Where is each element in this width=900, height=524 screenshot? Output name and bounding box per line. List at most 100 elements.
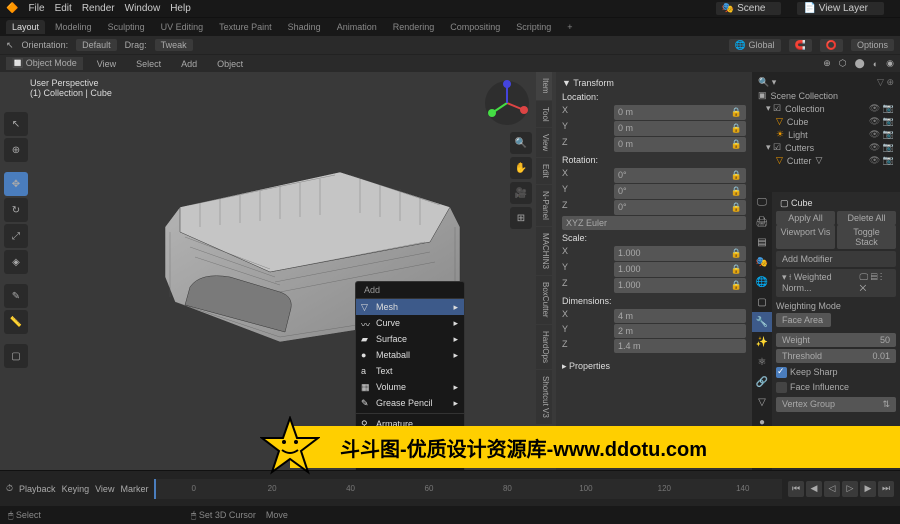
vertex-group-field[interactable]: Vertex Group⇅ bbox=[776, 397, 896, 412]
scl-y[interactable]: 1.000🔒 bbox=[614, 262, 746, 277]
properties-header[interactable]: ▸ Properties bbox=[562, 359, 746, 374]
outliner-cutter[interactable]: ▽ Cutter ▽ 👁 📷 bbox=[756, 154, 896, 167]
tab-scripting[interactable]: Scripting bbox=[510, 20, 557, 34]
transform-header[interactable]: ▼ Transform bbox=[562, 76, 746, 90]
tab-world-icon[interactable]: 🌐 bbox=[752, 272, 772, 292]
toggle-stack-button[interactable]: Toggle Stack bbox=[837, 225, 896, 249]
tab-render-icon[interactable]: 🖵 bbox=[752, 192, 772, 212]
tab-scene-icon[interactable]: 🎭 bbox=[752, 252, 772, 272]
tab-hardops[interactable]: HardOps bbox=[536, 325, 552, 369]
add-metaball[interactable]: ●Metaball▸ bbox=[356, 347, 464, 363]
tab-modeling[interactable]: Modeling bbox=[49, 20, 98, 34]
dim-z[interactable]: 1.4 m bbox=[614, 339, 746, 353]
face-influence-check[interactable]: Face Influence bbox=[776, 380, 896, 395]
overlay-icon[interactable]: ⊕ bbox=[823, 58, 831, 69]
tab-animation[interactable]: Animation bbox=[331, 20, 383, 34]
tool-measure[interactable]: 📏 bbox=[4, 310, 28, 334]
weighting-mode-dropdown[interactable]: Face Area bbox=[776, 313, 831, 327]
scene-selector[interactable]: 🎭 Scene bbox=[716, 2, 782, 15]
keep-sharp-check[interactable]: Keep Sharp bbox=[776, 365, 896, 380]
tool-scale[interactable]: ⤢ bbox=[4, 224, 28, 248]
jump-end-icon[interactable]: ⏭ bbox=[878, 481, 894, 497]
add-surface[interactable]: ▰Surface▸ bbox=[356, 331, 464, 347]
cutters-collection[interactable]: ▾ ☑ Cutters👁 📷 bbox=[756, 141, 896, 154]
transform-orientation[interactable]: 🌐 Global bbox=[729, 39, 781, 52]
tab-texture[interactable]: Texture Paint bbox=[213, 20, 278, 34]
timeline-playback[interactable]: Playback bbox=[19, 484, 56, 494]
perspective-icon[interactable]: ⊞ bbox=[510, 207, 532, 229]
tab-modifier-icon[interactable]: 🔧 bbox=[752, 312, 772, 332]
mode-selector[interactable]: 🔲 Object Mode bbox=[6, 57, 83, 70]
scene-collection[interactable]: ▣ Scene Collection bbox=[756, 89, 896, 102]
timeline-scrub[interactable]: 0 20 40 60 80 100 120 140 bbox=[154, 479, 782, 499]
apply-all-button[interactable]: Apply All bbox=[776, 211, 835, 225]
menu-view[interactable]: View bbox=[91, 58, 122, 70]
shading-material-icon[interactable]: ◐ bbox=[873, 59, 878, 69]
shading-solid-icon[interactable]: ⬤ bbox=[855, 58, 865, 69]
tab-item[interactable]: Item bbox=[536, 72, 552, 100]
scl-z[interactable]: 1.000🔒 bbox=[614, 278, 746, 293]
delete-all-button[interactable]: Delete All bbox=[837, 211, 896, 225]
menu-file[interactable]: File bbox=[28, 3, 44, 14]
outliner-light[interactable]: ☀ Light👁 📷 bbox=[756, 128, 896, 141]
add-mesh[interactable]: ▽Mesh▸ bbox=[356, 299, 464, 315]
prev-key-icon[interactable]: ◀ bbox=[806, 481, 822, 497]
tab-constraint-icon[interactable]: 🔗 bbox=[752, 372, 772, 392]
tool-transform[interactable]: ◈ bbox=[4, 250, 28, 274]
tab-edit[interactable]: Edit bbox=[536, 158, 552, 184]
collection[interactable]: ▾ ☑ Collection👁 📷 bbox=[756, 102, 896, 115]
weight-field[interactable]: Weight50 bbox=[776, 333, 896, 347]
tab-shortcut[interactable]: Shortcut V3 bbox=[536, 370, 552, 424]
tool-move[interactable]: ✥ bbox=[4, 172, 28, 196]
tab-add[interactable]: + bbox=[561, 20, 578, 34]
tab-particle-icon[interactable]: ✨ bbox=[752, 332, 772, 352]
3d-viewport[interactable]: User Perspective (1) Collection | Cube ↖… bbox=[0, 72, 752, 470]
modifier-header[interactable]: ▾ ⟊ Weighted Norm...🖵 ▤ ⋮ ✕ bbox=[776, 269, 896, 297]
tab-object-icon[interactable]: ▢ bbox=[752, 292, 772, 312]
menu-render[interactable]: Render bbox=[82, 3, 115, 14]
tab-shading[interactable]: Shading bbox=[282, 20, 327, 34]
add-image[interactable]: ▣Image▸ bbox=[356, 469, 464, 470]
tab-rendering[interactable]: Rendering bbox=[387, 20, 441, 34]
tab-viewlayer-icon[interactable]: ▤ bbox=[752, 232, 772, 252]
scl-x[interactable]: 1.000🔒 bbox=[614, 246, 746, 261]
tab-layout[interactable]: Layout bbox=[6, 20, 45, 34]
tab-physics-icon[interactable]: ⚛ bbox=[752, 352, 772, 372]
outliner-filter[interactable]: 🔍 ▾ ▽ ⊕ bbox=[756, 76, 896, 89]
viewport-vis-button[interactable]: Viewport Vis bbox=[776, 225, 835, 249]
dim-y[interactable]: 2 m bbox=[614, 324, 746, 338]
proportional-toggle[interactable]: ⭕ bbox=[820, 39, 843, 52]
tool-select[interactable]: ↖ bbox=[4, 112, 28, 136]
timeline-icon[interactable]: ⏱ bbox=[6, 483, 13, 494]
viewlayer-selector[interactable]: 📄 View Layer bbox=[797, 2, 884, 15]
add-curve[interactable]: 〰Curve▸ bbox=[356, 315, 464, 331]
tool-rotate[interactable]: ↻ bbox=[4, 198, 28, 222]
tab-sculpting[interactable]: Sculpting bbox=[102, 20, 151, 34]
outliner-cube[interactable]: ▽ Cube👁 📷 bbox=[756, 115, 896, 128]
tab-npanel[interactable]: N-Panel bbox=[536, 185, 552, 226]
shading-wireframe-icon[interactable]: ⬡ bbox=[839, 58, 847, 69]
tab-view[interactable]: View bbox=[536, 128, 552, 157]
menu-edit[interactable]: Edit bbox=[55, 3, 72, 14]
add-text[interactable]: aText bbox=[356, 363, 464, 379]
rot-mode[interactable]: XYZ Euler bbox=[562, 216, 746, 230]
timeline-view[interactable]: View bbox=[95, 484, 114, 494]
menu-object[interactable]: Object bbox=[211, 58, 249, 70]
menu-add[interactable]: Add bbox=[175, 58, 203, 70]
menu-help[interactable]: Help bbox=[170, 3, 191, 14]
play-icon[interactable]: ▷ bbox=[842, 481, 858, 497]
next-key-icon[interactable]: ▶ bbox=[860, 481, 876, 497]
dim-x[interactable]: 4 m bbox=[614, 309, 746, 323]
rot-x[interactable]: 0°🔒 bbox=[614, 168, 746, 183]
rot-z[interactable]: 0°🔒 bbox=[614, 200, 746, 215]
menu-select[interactable]: Select bbox=[130, 58, 167, 70]
add-greasepencil[interactable]: ✎Grease Pencil▸ bbox=[356, 395, 464, 411]
threshold-field[interactable]: Threshold0.01 bbox=[776, 349, 896, 363]
options-dropdown[interactable]: Options bbox=[851, 39, 894, 51]
camera-icon[interactable]: 🎥 bbox=[510, 182, 532, 204]
tab-uv[interactable]: UV Editing bbox=[155, 20, 210, 34]
tab-tool[interactable]: Tool bbox=[536, 101, 552, 128]
tool-annotate[interactable]: ✎ bbox=[4, 284, 28, 308]
tool-cursor[interactable]: ⊕ bbox=[4, 138, 28, 162]
nav-gizmo[interactable] bbox=[482, 78, 532, 128]
